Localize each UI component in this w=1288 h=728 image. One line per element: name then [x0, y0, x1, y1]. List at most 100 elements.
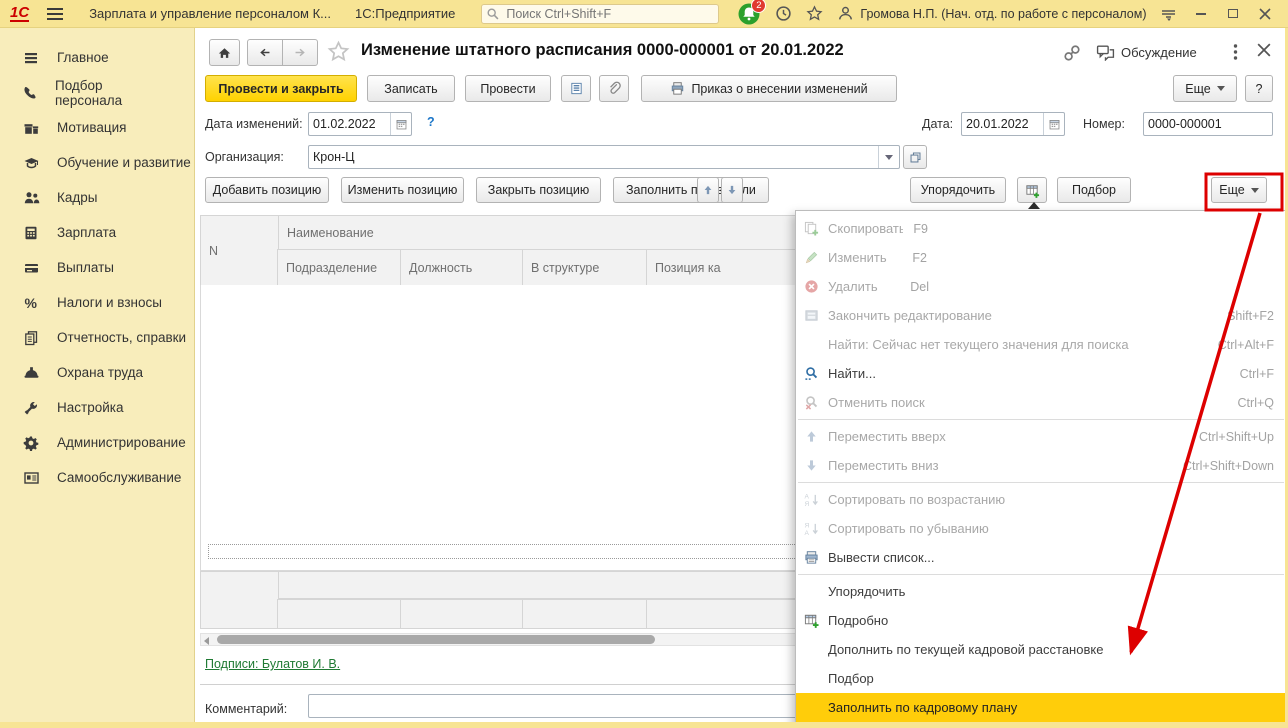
history-button[interactable]: [775, 5, 792, 22]
window-border-bottom: [0, 722, 1288, 728]
menu-item[interactable]: Вывести список...: [796, 543, 1286, 572]
menu-item[interactable]: Переместить вниз Ctrl+Shift+Down: [796, 451, 1286, 480]
minimize-button[interactable]: [1192, 5, 1210, 23]
post-button[interactable]: Провести: [465, 75, 551, 102]
sidebar-item[interactable]: Главное: [0, 40, 146, 75]
menu-separator: [798, 482, 1284, 483]
dropdown-icon[interactable]: [878, 146, 899, 168]
change-date-input[interactable]: [309, 117, 390, 131]
chevron-down-icon: [1250, 187, 1259, 193]
organization-field[interactable]: [308, 145, 900, 169]
get-link-icon[interactable]: [1063, 44, 1081, 67]
field-help-icon[interactable]: ?: [427, 115, 435, 129]
forward-button[interactable]: [282, 39, 318, 66]
command-button[interactable]: Изменить позицию: [341, 177, 464, 203]
order-button[interactable]: Упорядочить: [910, 177, 1006, 203]
command-button[interactable]: Заполнить показатели: [613, 177, 769, 203]
cancel-find-icon: [804, 395, 828, 410]
move-up-button[interactable]: [697, 177, 719, 203]
menu-item[interactable]: Дополнить по текущей кадровой расстановк…: [796, 635, 1286, 664]
sidebar-item[interactable]: Кадры: [0, 180, 194, 215]
menu-item[interactable]: Удалить Del: [796, 272, 941, 301]
sidebar-item[interactable]: Охрана труда: [0, 355, 194, 390]
related-documents-button[interactable]: [561, 75, 591, 102]
favorites-button[interactable]: [806, 5, 823, 22]
calendar-icon[interactable]: [390, 113, 411, 135]
sidebar-item[interactable]: Отчетность, справки: [0, 320, 194, 355]
service-menu-icon[interactable]: [1160, 6, 1178, 22]
number-field[interactable]: [1143, 112, 1273, 136]
menu-item[interactable]: ЯА Сортировать по убыванию: [796, 514, 1286, 543]
menu-item[interactable]: Изменить F2: [796, 243, 939, 272]
move-down-button[interactable]: [721, 177, 743, 203]
command-button[interactable]: Закрыть позицию: [476, 177, 601, 203]
footer-cell: [522, 599, 647, 629]
sidebar-item[interactable]: Мотивация: [0, 110, 147, 145]
search-input[interactable]: [481, 3, 720, 24]
pencil-icon: [804, 250, 828, 265]
command-button[interactable]: Добавить позицию: [205, 177, 329, 203]
sidebar-item[interactable]: Выплаты: [0, 250, 194, 285]
scroll-left-icon[interactable]: [204, 637, 209, 645]
sidebar-item[interactable]: Зарплата: [0, 215, 194, 250]
menu-item[interactable]: Закончить редактирование Shift+F2: [796, 301, 1286, 330]
detail-toggle-button[interactable]: [1017, 177, 1047, 203]
organization-input[interactable]: [309, 150, 878, 164]
menu-item[interactable]: Отменить поиск Ctrl+Q: [796, 388, 1286, 417]
discussion-label[interactable]: Обсуждение: [1121, 45, 1197, 60]
open-organization-button[interactable]: [903, 145, 927, 169]
sidebar-item[interactable]: Настройка: [0, 390, 194, 425]
menu-item[interactable]: Заполнить по кадровому плану: [796, 693, 1286, 722]
menu-item[interactable]: Подробно: [796, 606, 1286, 635]
svg-text:А: А: [805, 530, 810, 536]
menu-item[interactable]: Скопировать F9: [796, 214, 940, 243]
scrollbar-thumb[interactable]: [217, 635, 655, 644]
wrench-icon: [22, 399, 40, 417]
sidebar-item[interactable]: Администрирование: [0, 425, 194, 460]
date-input[interactable]: [962, 117, 1043, 131]
discussion-icon[interactable]: [1096, 44, 1115, 66]
menu-item[interactable]: АЯ Сортировать по возрастанию: [796, 485, 1286, 514]
close-document-icon[interactable]: [1257, 43, 1271, 62]
back-button[interactable]: [247, 39, 283, 66]
sidebar-item[interactable]: Самообслуживание: [0, 460, 194, 495]
main-menu-icon[interactable]: [47, 5, 64, 23]
date-field[interactable]: [961, 112, 1065, 136]
change-date-label: Дата изменений:: [205, 117, 303, 131]
date-label: Дата:: [922, 117, 954, 131]
number-input[interactable]: [1144, 117, 1272, 131]
form-more-button[interactable]: Еще: [1173, 75, 1237, 102]
menu-item[interactable]: Найти... Ctrl+F: [796, 359, 1286, 388]
sub-column-header[interactable]: Подразделение: [277, 249, 401, 286]
calendar-icon[interactable]: [1043, 113, 1064, 135]
save-button[interactable]: Записать: [367, 75, 455, 102]
notifications-button[interactable]: 2: [737, 0, 767, 26]
more-dots-icon[interactable]: [1233, 43, 1238, 66]
pick-button[interactable]: Подбор: [1057, 177, 1131, 203]
attachments-button[interactable]: [599, 75, 629, 102]
sidebar-item[interactable]: % Налоги и взносы: [0, 285, 194, 320]
menu-item[interactable]: Найти: Сейчас нет текущего значения для …: [796, 330, 1286, 359]
sub-column-header[interactable]: Должность: [400, 249, 523, 286]
user-button[interactable]: [837, 5, 854, 22]
change-order-print-button[interactable]: Приказ о внесении изменений: [641, 75, 897, 102]
signatures-link[interactable]: Подписи: Булатов И. В.: [205, 657, 340, 671]
maximize-button[interactable]: [1224, 5, 1242, 23]
menu-item[interactable]: Упорядочить: [796, 577, 1286, 606]
favorite-star-icon[interactable]: [327, 40, 350, 68]
menu-item[interactable]: Подбор: [796, 664, 1286, 693]
home-button[interactable]: [209, 39, 240, 66]
home-icon: [218, 47, 231, 58]
table-more-button[interactable]: Еще: [1211, 177, 1267, 203]
sub-column-header[interactable]: В структуре: [522, 249, 647, 286]
change-date-field[interactable]: [308, 112, 412, 136]
close-window-button[interactable]: [1256, 5, 1274, 23]
sidebar-item[interactable]: Обучение и развитие: [0, 145, 194, 180]
menu-item[interactable]: Переместить вверх Ctrl+Shift+Up: [796, 422, 1286, 451]
global-search[interactable]: [481, 3, 720, 24]
help-button[interactable]: ?: [1245, 75, 1273, 102]
column-header-n[interactable]: N: [200, 215, 279, 286]
menu-separator: [798, 419, 1284, 420]
sidebar-item[interactable]: Подбор персонала: [0, 75, 145, 110]
post-and-close-button[interactable]: Провести и закрыть: [205, 75, 357, 102]
